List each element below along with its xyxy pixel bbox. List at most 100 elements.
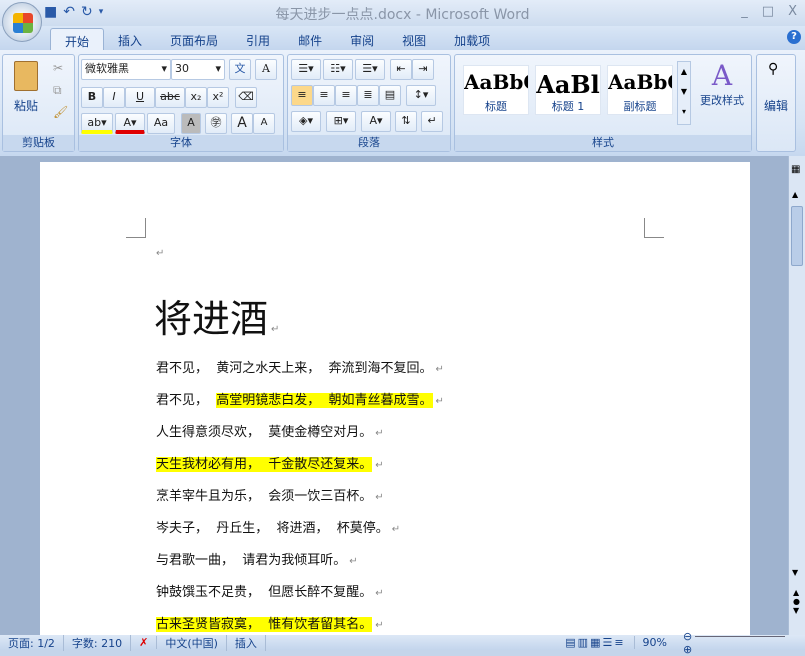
proofing-icon[interactable]: ✗ (131, 636, 158, 649)
character-border-button[interactable]: A (255, 59, 277, 80)
poem-line: 君不见， 黄河之水天上来， 奔流到海不复回。 ↵ (156, 358, 444, 380)
maximize-button[interactable]: □ (762, 4, 774, 19)
numbering-button[interactable]: ☷▾ (323, 59, 353, 80)
highlighted-text: 天生我材必有用， 千金散尽还复来。 (156, 457, 373, 472)
align-right-button[interactable]: ≡ (335, 85, 357, 106)
style-title[interactable]: AaBbC 标题 (463, 65, 529, 115)
word-count[interactable]: 字数: 210 (64, 634, 132, 651)
increase-indent-button[interactable]: ⇥ (412, 59, 434, 80)
distributed-button[interactable]: ▤ (379, 85, 401, 106)
phonetic-guide-button[interactable]: 文 (229, 59, 251, 80)
change-styles-button[interactable]: A 更改样式 (695, 59, 749, 108)
borders-button[interactable]: ⊞▾ (326, 111, 356, 132)
highlight-color-button[interactable]: ab▾ (81, 113, 113, 134)
shrink-font-button[interactable]: A (253, 113, 275, 134)
cut-icon[interactable]: ✂ (53, 61, 63, 75)
tab-insert[interactable]: 插入 (104, 28, 156, 50)
font-size-select[interactable]: 30 ▾ (171, 59, 225, 80)
asian-layout-button[interactable]: A▾ (361, 111, 391, 132)
font-color-button[interactable]: A▾ (115, 113, 145, 134)
tab-addins[interactable]: 加载项 (440, 28, 504, 50)
browse-object-icon[interactable]: ▲ ● ▼ (793, 588, 800, 615)
justify-button[interactable]: ≣ (357, 85, 379, 106)
paragraph-mark: ↵ (375, 428, 384, 439)
enclose-characters-button[interactable]: ㊫ (205, 113, 227, 134)
editing-group[interactable]: ⚲ 编辑 (756, 54, 796, 152)
crop-mark (126, 218, 146, 238)
tab-home[interactable]: 开始 (50, 28, 105, 50)
paragraph-mark: ↵ (375, 620, 384, 631)
line-text: 岑夫子， 丹丘生， 将进酒， 杯莫停。 (156, 521, 389, 536)
help-icon[interactable]: ? (787, 30, 801, 44)
line-text: 君不见， 黄河之水天上来， 奔流到海不复回。 (156, 361, 433, 376)
insert-mode[interactable]: 插入 (227, 634, 266, 651)
tab-review[interactable]: 审阅 (336, 28, 388, 50)
change-case-button[interactable]: Aa (147, 113, 175, 134)
change-styles-icon: A (711, 59, 733, 92)
scroll-up-button[interactable]: ▲ (792, 190, 798, 199)
empty-paragraph-mark: ↵ (156, 248, 165, 259)
close-button[interactable]: X (788, 4, 797, 19)
poem-line: 天生我材必有用， 千金散尽还复来。 ↵ (156, 454, 384, 476)
zoom-level[interactable]: 90% (635, 636, 675, 649)
scroll-down-button[interactable]: ▼ (792, 568, 798, 577)
style-sample: AaBbC (464, 70, 528, 94)
paragraph-mark: ↵ (375, 460, 384, 471)
ruler-toggle-icon[interactable]: ▦ (791, 164, 800, 175)
poem-line: 与君歌一曲， 请君为我倾耳听。 ↵ (156, 550, 358, 572)
tab-references[interactable]: 引用 (232, 28, 284, 50)
bold-button[interactable]: B (81, 87, 103, 108)
paragraph-group: ☰▾ ☷▾ ☰▾ ⇤ ⇥ ≡ ≡ ≡ ≣ ▤ ↕▾ ◈▾ ⊞▾ A▾ ⇅ ↵ 段… (287, 54, 451, 152)
superscript-button[interactable]: x² (207, 87, 229, 108)
zoom-slider[interactable]: ⊖⊕ (675, 630, 805, 656)
line-text: 与君歌一曲， 请君为我倾耳听。 (156, 553, 347, 568)
office-button[interactable] (2, 2, 42, 42)
show-marks-button[interactable]: ↵ (421, 111, 443, 132)
window-controls: _ □ X (741, 4, 797, 19)
tab-view[interactable]: 视图 (388, 28, 440, 50)
strikethrough-button[interactable]: abc (155, 87, 185, 108)
style-name: 副标题 (623, 100, 657, 113)
page-count[interactable]: 页面: 1/2 (0, 634, 64, 651)
poem-line: 钟鼓馔玉不足贵， 但愿长醉不复醒。 ↵ (156, 582, 384, 604)
scroll-thumb[interactable] (791, 206, 803, 266)
italic-button[interactable]: I (103, 87, 125, 108)
view-buttons[interactable]: ▤▥▦☰≡ (557, 636, 635, 649)
poem-line: 人生得意须尽欢， 莫使金樽空对月。 ↵ (156, 422, 384, 444)
document-title: 将进酒 ↵ (154, 288, 279, 343)
copy-icon[interactable]: ⧉ (53, 83, 62, 98)
poem-line: 烹羊宰牛且为乐， 会须一饮三百杯。 ↵ (156, 486, 384, 508)
line-text: 钟鼓馔玉不足贵， 但愿长醉不复醒。 (156, 585, 373, 600)
character-shading-button[interactable]: A (181, 113, 201, 134)
minimize-button[interactable]: _ (741, 4, 748, 19)
language[interactable]: 中文(中国) (157, 634, 227, 651)
align-left-button[interactable]: ≡ (291, 85, 313, 106)
paragraph-mark: ↵ (435, 364, 444, 375)
font-group-label: 字体 (79, 135, 283, 151)
clipboard-group: 粘贴 ✂ ⧉ 🖌 剪贴板 (2, 54, 75, 152)
highlighted-text: 高堂明镜悲白发， 朝如青丝暮成雪。 (216, 393, 433, 408)
style-subtitle[interactable]: AaBbC 副标题 (607, 65, 673, 115)
multilevel-list-button[interactable]: ☰▾ (355, 59, 385, 80)
subscript-button[interactable]: x₂ (185, 87, 207, 108)
grow-font-button[interactable]: A (231, 113, 253, 134)
align-center-button[interactable]: ≡ (313, 85, 335, 106)
editing-label: 编辑 (764, 99, 789, 113)
styles-scroll[interactable]: ▲ ▼ ▾ (677, 61, 691, 125)
clear-formatting-button[interactable]: ⌫ (235, 87, 257, 108)
style-heading-1[interactable]: AaBl 标题 1 (535, 65, 601, 115)
decrease-indent-button[interactable]: ⇤ (390, 59, 412, 80)
tab-mailings[interactable]: 邮件 (284, 28, 336, 50)
shading-button[interactable]: ◈▾ (291, 111, 321, 132)
vertical-scrollbar[interactable]: ▦ ▲ ▼ ▲ ● ▼ (788, 156, 805, 635)
underline-button[interactable]: U (125, 87, 155, 108)
line-spacing-button[interactable]: ↕▾ (406, 85, 436, 106)
font-name-select[interactable]: 微软雅黑 ▾ (81, 59, 171, 80)
styles-group: AaBbC 标题 AaBl 标题 1 AaBbC 副标题 ▲▼▾ A 更改样式 样式 (454, 54, 752, 152)
bullets-button[interactable]: ☰▾ (291, 59, 321, 80)
paste-button[interactable]: 粘贴 (7, 59, 45, 129)
format-painter-icon[interactable]: 🖌 (53, 105, 68, 119)
sort-button[interactable]: ⇅ (395, 111, 417, 132)
status-bar: 页面: 1/2 字数: 210 ✗ 中文(中国) 插入 ▤▥▦☰≡ 90% ⊖⊕ (0, 630, 805, 656)
tab-page-layout[interactable]: 页面布局 (156, 28, 232, 50)
